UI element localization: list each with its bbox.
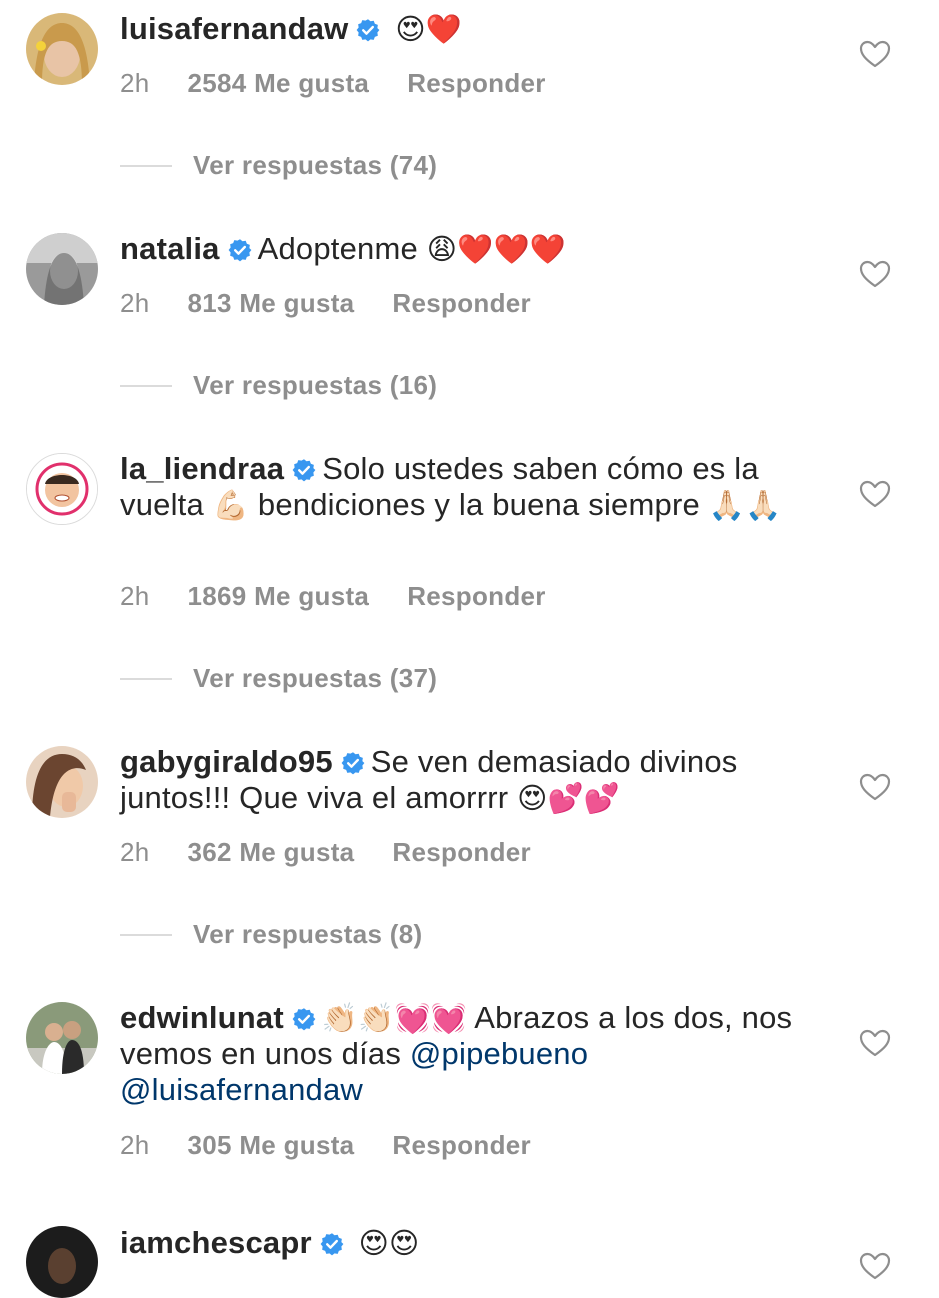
comment-body: Adoptenme [257,231,418,266]
heart-outline-icon[interactable] [859,480,891,508]
divider [120,933,172,936]
mention-link[interactable]: @pipebueno [410,1036,588,1071]
heart-outline-icon[interactable] [859,1029,891,1057]
reply-button[interactable]: Responder [392,288,531,319]
likes-count[interactable]: 813 Me gusta [188,288,355,319]
username[interactable]: edwinlunat [120,1000,284,1035]
divider [120,384,172,387]
view-replies-label[interactable]: Ver respuestas (37) [193,663,437,694]
comment-meta: 2h 2584 Me gusta Responder [120,68,546,99]
verified-badge-icon [356,18,380,42]
emoji-group: 😍❤️ [395,12,463,46]
comment-meta: 2h 813 Me gusta Responder [120,288,531,319]
view-replies-label[interactable]: Ver respuestas (8) [193,919,422,950]
comment-meta: 2h 362 Me gusta Responder [120,837,531,868]
divider [120,164,172,167]
emoji-group: 😩❤️❤️❤️ [426,232,567,266]
emoji-group: 👏🏻👏🏻💓💓 [321,1001,468,1035]
heart-outline-icon[interactable] [859,40,891,68]
emoji-group: 🙏🏻🙏🏻 [708,488,782,522]
likes-count[interactable]: 305 Me gusta [188,1130,355,1161]
username[interactable]: la_liendraa [120,451,284,486]
view-replies-button[interactable]: Ver respuestas (16) [120,370,437,401]
username[interactable]: natalia [120,231,220,266]
heart-outline-icon[interactable] [859,260,891,288]
avatar[interactable] [26,233,98,305]
verified-badge-icon [320,1232,344,1256]
emoji-group: 😍💕💕 [517,781,621,815]
timestamp: 2h [120,68,150,98]
timestamp: 2h [120,581,150,611]
reply-button[interactable]: Responder [392,1130,531,1161]
reply-button[interactable]: Responder [407,68,546,99]
emoji-group: 😍😍 [358,1226,420,1260]
comment-text: edwinlunat 👏🏻👏🏻💓💓 Abrazos a los dos, nos … [120,1000,800,1108]
comment-text: gabygiraldo95 Se ven demasiado divinos ju… [120,744,800,816]
comment-text: iamchescapr 😍😍 [120,1225,800,1261]
emoji-group: 💪🏻 [212,488,250,522]
reply-button[interactable]: Responder [392,837,531,868]
likes-count[interactable]: 1869 Me gusta [188,581,370,612]
username[interactable]: gabygiraldo95 [120,744,333,779]
avatar[interactable] [26,453,98,525]
timestamp: 2h [120,288,150,318]
likes-count[interactable]: 362 Me gusta [188,837,355,868]
heart-outline-icon[interactable] [859,1252,891,1280]
avatar[interactable] [26,1226,98,1298]
heart-outline-icon[interactable] [859,773,891,801]
username[interactable]: iamchescapr [120,1225,312,1260]
comment-text: luisafernandaw 😍❤️ [120,11,800,47]
comment-text: natalia Adoptenme 😩❤️❤️❤️ [120,231,800,267]
view-replies-button[interactable]: Ver respuestas (37) [120,663,437,694]
reply-button[interactable]: Responder [407,581,546,612]
likes-count[interactable]: 2584 Me gusta [188,68,370,99]
username[interactable]: luisafernandaw [120,11,348,46]
mention-link[interactable]: @luisafernandaw [120,1072,363,1107]
comment-meta: 2h 305 Me gusta Responder [120,1130,531,1161]
comment-body: bendiciones y la buena siempre [257,487,700,522]
verified-badge-icon [292,1007,316,1031]
verified-badge-icon [292,458,316,482]
avatar[interactable] [26,13,98,85]
view-replies-button[interactable]: Ver respuestas (8) [120,919,422,950]
divider [120,677,172,680]
view-replies-button[interactable]: Ver respuestas (74) [120,150,437,181]
verified-badge-icon [341,751,365,775]
timestamp: 2h [120,1130,150,1160]
comment-text: la_liendraa Solo ustedes saben cómo es la… [120,451,800,523]
view-replies-label[interactable]: Ver respuestas (16) [193,370,437,401]
verified-badge-icon [228,238,252,262]
comment-meta: 2h 1869 Me gusta Responder [120,581,546,612]
view-replies-label[interactable]: Ver respuestas (74) [193,150,437,181]
timestamp: 2h [120,837,150,867]
avatar[interactable] [26,1002,98,1074]
avatar[interactable] [26,746,98,818]
